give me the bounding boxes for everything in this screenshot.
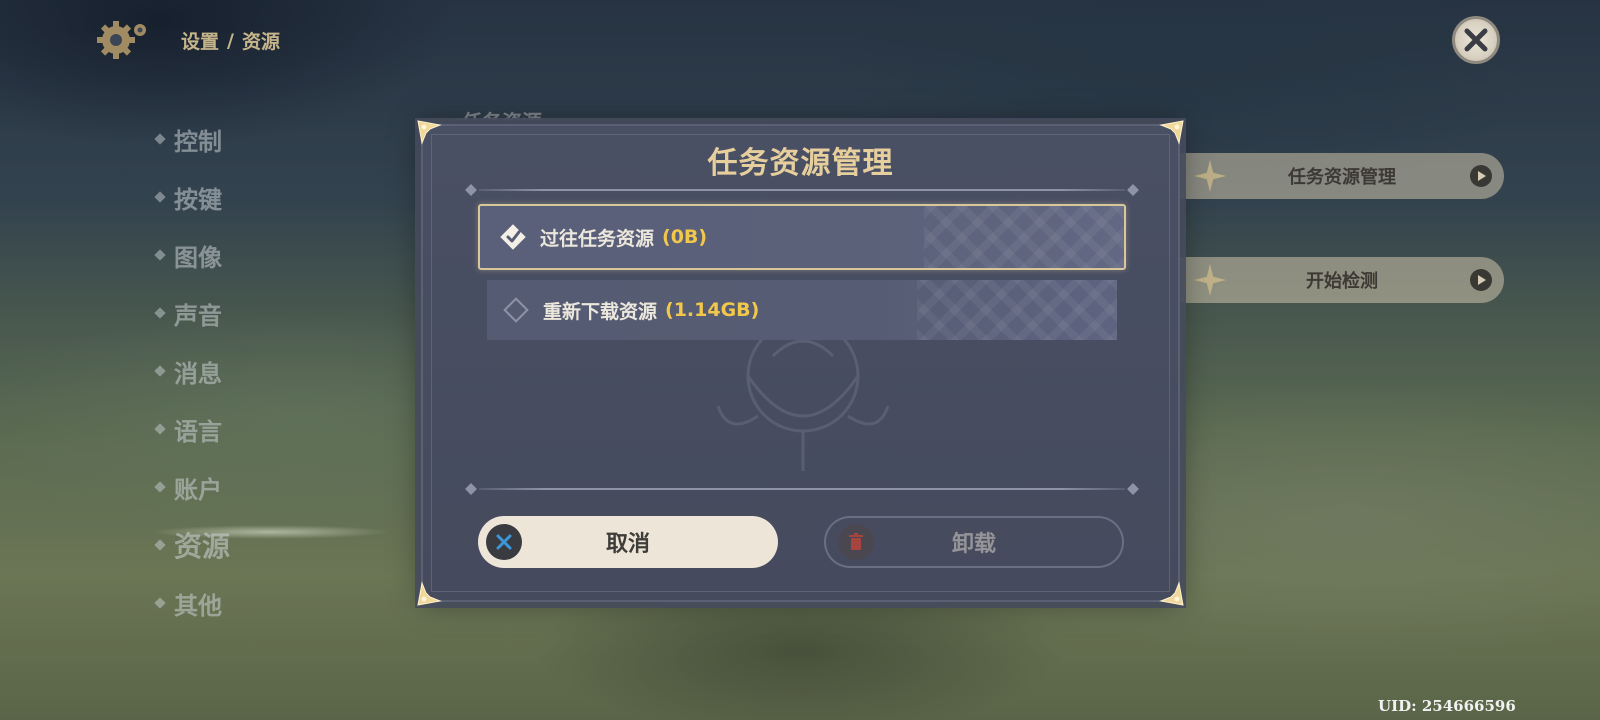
settings-nav: 控制 按键 图像 声音 消息 语言 账户 资源 其他 — [154, 110, 231, 632]
breadcrumb-separator: / — [227, 29, 234, 52]
start-check-button[interactable]: 开始检测 — [1180, 257, 1504, 303]
divider-diamond-icon — [465, 184, 477, 196]
divider-diamond-icon — [1127, 184, 1139, 196]
option-pattern-decoration — [924, 206, 1124, 268]
close-button[interactable] — [1452, 16, 1500, 64]
arrow-right-icon — [1470, 269, 1492, 291]
nav-item-label: 按键 — [174, 185, 222, 214]
nav-bullet-icon — [154, 249, 166, 261]
uninstall-button[interactable]: 卸载 — [824, 516, 1124, 568]
footer-divider — [459, 483, 1145, 495]
nav-item-label: 账户 — [174, 475, 222, 504]
nav-item-label: 资源 — [174, 530, 231, 563]
option-label: 过往任务资源 — [540, 227, 655, 250]
gear-icon — [97, 21, 146, 59]
breadcrumb-current: 资源 — [241, 31, 280, 53]
nav-bullet-icon — [154, 191, 166, 203]
nav-item-audio[interactable]: 声音 — [154, 284, 230, 342]
nav-item-language[interactable]: 语言 — [154, 400, 230, 458]
uninstall-button-label: 卸载 — [951, 532, 996, 557]
background-section-label: 任务资源 — [462, 106, 542, 120]
corner-ornament-icon — [417, 581, 442, 606]
option-redownload-resources[interactable]: 重新下载资源 (1.14GB) — [487, 280, 1117, 340]
cancel-button[interactable]: 取消 — [478, 516, 778, 568]
nav-bullet-icon — [154, 423, 166, 435]
close-icon — [1464, 28, 1488, 52]
nav-bullet-icon — [154, 481, 166, 493]
nav-item-account[interactable]: 账户 — [154, 458, 230, 516]
start-check-label: 开始检测 — [1306, 271, 1378, 292]
resource-management-dialog: 任务资源管理 过往任务资源 (0B) 重新下载资源 (1.14GB) 取消 卸载 — [417, 120, 1184, 606]
nav-bullet-icon — [154, 133, 166, 145]
nav-item-other[interactable]: 其他 — [154, 574, 230, 632]
nav-item-keybinds[interactable]: 按键 — [154, 168, 230, 226]
cancel-button-label: 取消 — [605, 532, 650, 557]
divider-diamond-icon — [465, 483, 477, 495]
nav-item-label: 图像 — [174, 243, 222, 272]
nav-item-controls[interactable]: 控制 — [154, 110, 230, 168]
breadcrumb: 设置 / 资源 — [181, 27, 280, 54]
option-past-quest-resources[interactable]: 过往任务资源 (0B) — [478, 204, 1126, 270]
nav-item-label: 消息 — [174, 359, 222, 388]
option-size: (1.14GB) — [665, 299, 760, 321]
nav-item-label: 语言 — [174, 417, 222, 446]
star-ornament-icon — [1194, 264, 1226, 296]
uid-label: UID: 254666596 — [1378, 697, 1516, 715]
option-pattern-decoration — [917, 280, 1117, 340]
manage-resources-label: 任务资源管理 — [1288, 167, 1396, 188]
trash-icon — [838, 524, 874, 560]
nav-bullet-icon — [154, 539, 166, 551]
nav-item-graphics[interactable]: 图像 — [154, 226, 230, 284]
corner-ornament-icon — [1159, 581, 1184, 606]
empty-diamond-icon — [503, 297, 529, 323]
nav-item-label: 声音 — [174, 301, 222, 330]
nav-bullet-icon — [154, 365, 166, 377]
breadcrumb-parent[interactable]: 设置 — [181, 27, 219, 54]
nav-bullet-icon — [154, 307, 166, 319]
title-divider — [459, 184, 1145, 196]
checked-diamond-icon — [500, 224, 526, 250]
divider-diamond-icon — [1127, 483, 1139, 495]
nav-item-messages[interactable]: 消息 — [154, 342, 230, 400]
manage-resources-button[interactable]: 任务资源管理 — [1180, 153, 1504, 199]
nav-bullet-icon — [154, 597, 166, 609]
x-circle-icon — [486, 524, 522, 560]
arrow-right-icon — [1470, 165, 1492, 187]
option-size: (0B) — [662, 226, 708, 248]
nav-item-label: 其他 — [174, 591, 222, 620]
option-label: 重新下载资源 — [543, 300, 658, 323]
star-ornament-icon — [1194, 160, 1226, 192]
nav-item-resources[interactable]: 资源 — [154, 516, 231, 574]
dialog-title: 任务资源管理 — [707, 146, 894, 181]
nav-item-label: 控制 — [174, 127, 222, 156]
